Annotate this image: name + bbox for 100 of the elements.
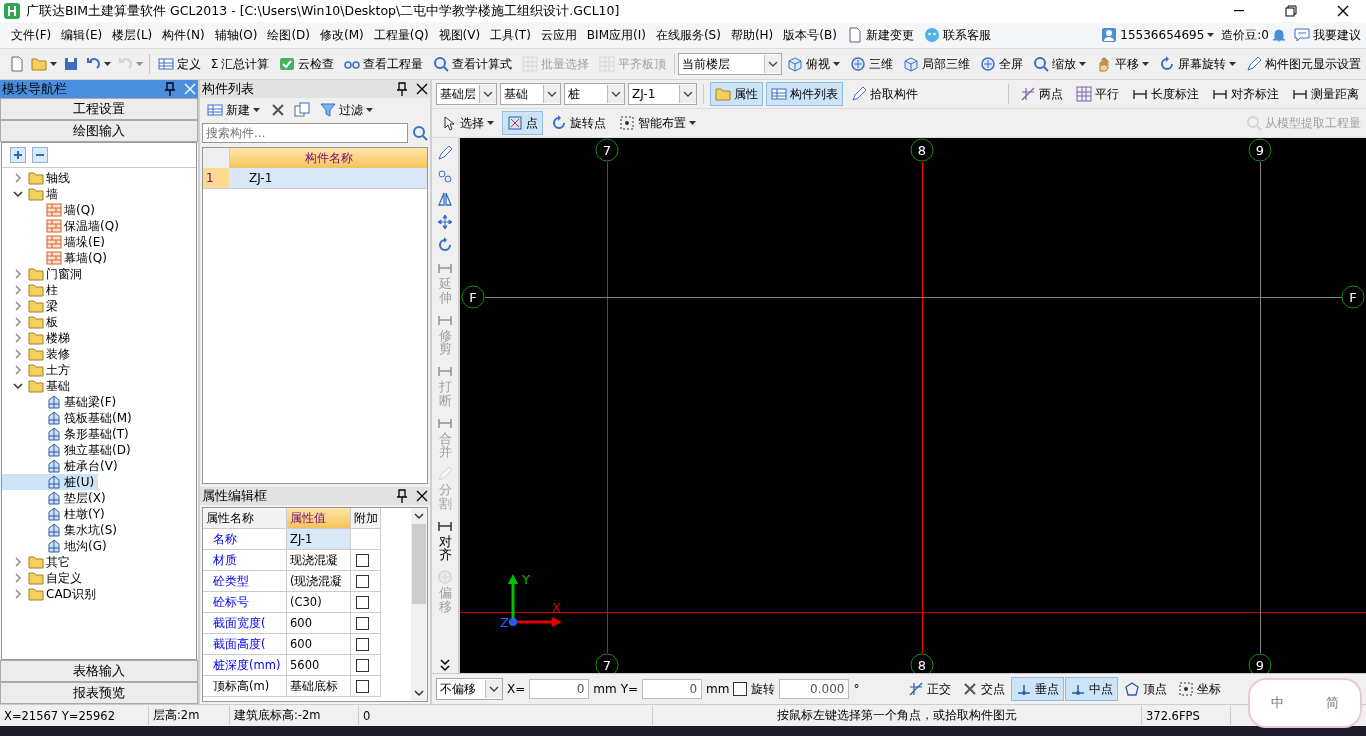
measure-tool[interactable]: 两点 <box>1015 82 1068 106</box>
tree-item[interactable]: 筏板基础(M) <box>2 410 136 426</box>
account-button[interactable]: 15536654695 <box>1096 24 1220 46</box>
module-button[interactable]: 工程设置 <box>0 98 198 120</box>
tree-item[interactable]: 地沟(G) <box>2 538 111 554</box>
snap-toggle[interactable]: 顶点 <box>1119 677 1172 701</box>
toolbar-button[interactable]: 俯视 <box>782 52 845 76</box>
checkbox[interactable] <box>356 658 369 672</box>
rotate-checkbox[interactable] <box>733 682 748 696</box>
panel-toggle[interactable]: 构件列表 <box>766 82 843 106</box>
tree-item[interactable]: 梁 <box>2 298 62 314</box>
draw-tool[interactable]: 旋转点 <box>546 111 611 135</box>
tree-item[interactable]: 独立基础(D) <box>2 442 135 458</box>
menu-item[interactable]: 编辑(E) <box>56 24 108 46</box>
tree-item[interactable]: 轴线 <box>2 170 74 186</box>
menu-item[interactable]: 在线服务(S) <box>650 24 726 46</box>
property-value[interactable]: 现浇混凝 <box>287 550 351 571</box>
axis-bubble[interactable] <box>910 138 934 162</box>
snap-toggle[interactable]: 中点 <box>1065 677 1118 701</box>
tree-item[interactable]: 装修 <box>2 346 74 362</box>
ime-widget[interactable]: 中 简 <box>1248 678 1362 728</box>
angle-input[interactable]: 0.000 <box>779 679 850 699</box>
toolbar-button[interactable]: 查看计算式 <box>428 52 518 76</box>
axis-bubble[interactable] <box>595 138 619 162</box>
property-value[interactable]: 5600 <box>287 655 351 676</box>
measure-tool[interactable]: 平行 <box>1071 82 1124 106</box>
axis-bubble[interactable] <box>910 653 934 673</box>
edit-tool[interactable]: 对齐 <box>433 514 457 565</box>
snap-toggle[interactable]: 坐标 <box>1173 677 1226 701</box>
property-value[interactable]: 基础底标 <box>287 676 351 697</box>
axis-bubble[interactable] <box>595 653 619 673</box>
draw-tool[interactable]: 点 <box>502 111 543 135</box>
menu-action[interactable]: 新建变更 <box>841 24 919 46</box>
y-input[interactable]: 0 <box>642 679 703 699</box>
tree-item[interactable]: 墙 <box>2 186 62 202</box>
toolbar-button[interactable]: 查看工程量 <box>339 52 429 76</box>
menu-item[interactable]: 绘图(D) <box>262 24 316 46</box>
axis-bubble[interactable] <box>1248 138 1272 162</box>
axis-bubble[interactable] <box>1248 653 1272 673</box>
scrollbar[interactable] <box>411 508 427 701</box>
menu-item[interactable]: 工程量(Q) <box>368 24 434 46</box>
toolbar-button[interactable]: 构件图元显示设置 <box>1241 52 1366 76</box>
tree-item[interactable]: 门窗洞 <box>2 266 86 282</box>
table-row[interactable]: 1 ZJ-1 <box>203 168 427 189</box>
axis-bubble[interactable] <box>1341 285 1365 309</box>
toolbar-button[interactable]: 三维 <box>845 52 898 76</box>
tree-item[interactable]: 柱墩(Y) <box>2 506 109 522</box>
menu-item[interactable]: 视图(V) <box>433 24 486 46</box>
tree-item[interactable]: 桩承台(V) <box>2 458 122 474</box>
draw-tool[interactable]: 选择 <box>436 111 499 135</box>
module-button[interactable]: 表格输入 <box>0 660 198 682</box>
menu-item[interactable]: BIM应用(I) <box>581 24 651 46</box>
toolbar-button[interactable]: 全屏 <box>975 52 1028 76</box>
tree-item[interactable]: 条形基础(T) <box>2 426 133 442</box>
menu-item[interactable]: 云应用 <box>535 24 582 46</box>
checkbox[interactable] <box>356 553 369 567</box>
tree-item[interactable]: 土方 <box>2 362 74 378</box>
menu-item[interactable]: 辅轴(O) <box>209 24 263 46</box>
snap-toggle[interactable]: 正交 <box>903 677 956 701</box>
new-button[interactable]: 新建 <box>202 98 265 122</box>
checkbox[interactable] <box>356 679 369 693</box>
snap-toggle[interactable]: 交点 <box>957 677 1010 701</box>
toolbar-button[interactable]: Σ 汇总计算 <box>205 52 275 76</box>
tree-item[interactable]: 墙垛(E) <box>2 234 109 250</box>
module-button[interactable]: 绘图输入 <box>0 120 198 142</box>
tree-item[interactable]: 集水坑(S) <box>2 522 121 538</box>
toolbar-button[interactable]: 平移 <box>1091 52 1154 76</box>
tree-item[interactable]: 桩(U) <box>2 474 99 490</box>
search-field[interactable]: 搜索构件... <box>202 123 408 143</box>
toolbar-button[interactable]: 定义 <box>152 52 206 76</box>
menu-item[interactable]: 修改(M) <box>315 24 369 46</box>
panel-toggle[interactable]: 拾取构件 <box>846 82 923 106</box>
menu-item[interactable]: 构件(N) <box>157 24 210 46</box>
measure-tool[interactable]: 长度标注 <box>1127 82 1204 106</box>
axis-bubble[interactable] <box>461 285 485 309</box>
checkbox[interactable] <box>356 637 369 651</box>
module-button[interactable]: 报表预览 <box>0 682 198 704</box>
selector-dropdown[interactable]: ZJ-1 <box>628 83 697 105</box>
selector-dropdown[interactable]: 基础 <box>500 83 561 105</box>
tree-item[interactable]: 基础 <box>2 378 74 394</box>
tree-item[interactable]: 楼梯 <box>2 330 74 346</box>
draw-tool[interactable]: 智能布置 <box>614 111 701 135</box>
menu-item[interactable]: 版本号(B) <box>778 24 842 46</box>
checkbox[interactable] <box>356 574 369 588</box>
toolbar-button[interactable]: 云检查 <box>274 52 340 76</box>
tree-item[interactable]: 保温墙(Q) <box>2 218 123 234</box>
property-value[interactable]: (C30) <box>287 592 351 613</box>
tree-item[interactable]: 墙(Q) <box>2 202 99 218</box>
measure-tool[interactable]: 对齐标注 <box>1207 82 1284 106</box>
property-value[interactable]: 600 <box>287 613 351 634</box>
floor-dropdown[interactable]: 当前楼层 <box>677 53 782 75</box>
property-value[interactable]: 600 <box>287 634 351 655</box>
panel-toggle[interactable]: 属性 <box>710 82 763 106</box>
tree-item[interactable]: 自定义 <box>2 570 86 586</box>
selector-dropdown[interactable]: 桩 <box>564 83 625 105</box>
toolbar-button[interactable]: 缩放 <box>1028 52 1091 76</box>
x-input[interactable]: 0 <box>529 679 590 699</box>
menu-item[interactable]: 文件(F) <box>6 24 57 46</box>
snap-toggle[interactable]: 垂点 <box>1011 677 1064 701</box>
menu-item[interactable]: 楼层(L) <box>107 24 158 46</box>
